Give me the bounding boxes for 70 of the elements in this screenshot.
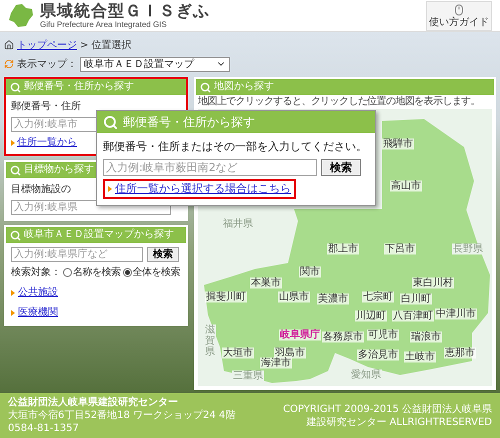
prefecture-logo-icon [8, 4, 34, 28]
search-button[interactable]: 検索 [147, 247, 179, 262]
map-place-label: 瑞浪市 [410, 332, 442, 342]
map-place-label: 長野県 [452, 244, 484, 254]
map-place-label: 大垣市 [222, 348, 254, 358]
map-place-label: 川辺町 [355, 310, 387, 322]
map-place-label: 飛騨市 [382, 138, 414, 150]
refresh-icon [4, 59, 14, 69]
map-place-label: 東白川村 [412, 278, 454, 288]
search-icon [103, 114, 118, 130]
map-place-label: 愛知県 [350, 370, 382, 380]
instruction-text: 郵便番号・住所 [11, 100, 81, 114]
home-icon [4, 40, 14, 50]
map-place-label: 多治見市 [357, 350, 399, 360]
category-link[interactable]: 公共施設 [18, 285, 58, 300]
copyright-text: COPYRIGHT 2009-2015 公益財団法人岐阜県建設研究センター ALLRIGHTRESERVED [282, 402, 492, 428]
map-place-label: 八百津町 [392, 310, 434, 322]
address-list-link[interactable]: 住所一覧から [17, 135, 77, 150]
search-icon [10, 230, 21, 240]
bullet-icon [11, 310, 15, 316]
map-place-label: 恵那市 [444, 348, 476, 358]
map-place-label: 下呂市 [384, 244, 416, 254]
bullet-icon [108, 186, 112, 192]
breadcrumb-current: > 位置選択 [80, 38, 132, 52]
search-icon [200, 82, 211, 92]
site-title: 県域統合型ＧＩＳぎふ [40, 2, 210, 20]
bullet-icon [11, 290, 15, 296]
address-text: 大垣市今宿6丁目52番地18 ワークショップ24 4階 0584-81-1357 [8, 409, 236, 435]
map-place-label: 揖斐川町 [205, 292, 247, 302]
map-place-label: 白川町 [400, 294, 432, 304]
map-select-dropdown[interactable]: 岐阜市ＡＥＤ設置マップ [80, 56, 230, 72]
map-place-label: 土岐市 [404, 352, 436, 362]
map-place-label: 高山市 [390, 180, 422, 192]
bullet-icon [11, 140, 15, 146]
search-button[interactable]: 検索 [321, 158, 361, 176]
guide-button[interactable]: 使い方ガイド [426, 0, 492, 30]
site-subtitle: Gifu Prefecture Area Integrated GIS [40, 20, 168, 29]
map-selector-label: 表示マップ： [17, 58, 77, 72]
map-place-label: 滋賀県 [204, 324, 216, 358]
search-target-label: 検索対象： [11, 266, 61, 280]
radio-option[interactable]: 全体を検索 [122, 265, 180, 280]
category-link[interactable]: 医療機関 [18, 305, 58, 320]
map-place-label: 美濃市 [317, 294, 349, 304]
map-place-label: 各務原市 [322, 332, 364, 342]
map-place-label: 郡上市 [327, 244, 359, 254]
panel-title: 目標物から探す [24, 165, 94, 175]
search-icon [10, 164, 21, 176]
instruction-text: 目標物施設の [11, 182, 71, 197]
search-field[interactable]: 入力例:岐阜県庁など [11, 247, 143, 262]
map-place-label: 岐阜県庁 [279, 330, 321, 340]
map-place-label: 三重県 [232, 370, 264, 382]
map-place-label: 七宗町 [362, 292, 394, 302]
panel-title: 岐阜市ＡＥＤ設置マップから探す [24, 230, 174, 240]
radio-option[interactable]: 名称を検索 [63, 265, 120, 280]
map-place-label: 福井県 [222, 218, 254, 230]
search-icon [10, 82, 21, 92]
breadcrumb-link[interactable]: トップページ [17, 38, 77, 52]
map-place-label: 可児市 [367, 330, 399, 340]
search-field[interactable]: 入力例:岐阜市薮田南2など [103, 158, 317, 176]
panel-title: 地図から探す [214, 82, 274, 92]
panel-title: 郵便番号・住所から探す [24, 82, 134, 92]
map-hint-text: 地図上でクリックすると、クリックした位置の地図を表示します。 [197, 95, 482, 109]
map-place-label: 関市 [299, 266, 321, 278]
organization-name: 公益財団法人岐阜県建設研究センター [8, 396, 179, 409]
mouse-icon [453, 4, 465, 16]
map-place-label: 海津市 [260, 358, 292, 368]
map-place-label: 山県市 [278, 292, 310, 302]
map-place-label: 本巣市 [250, 278, 282, 288]
map-place-label: 羽島市 [274, 348, 306, 358]
map-place-label: 中津川市 [435, 308, 477, 320]
